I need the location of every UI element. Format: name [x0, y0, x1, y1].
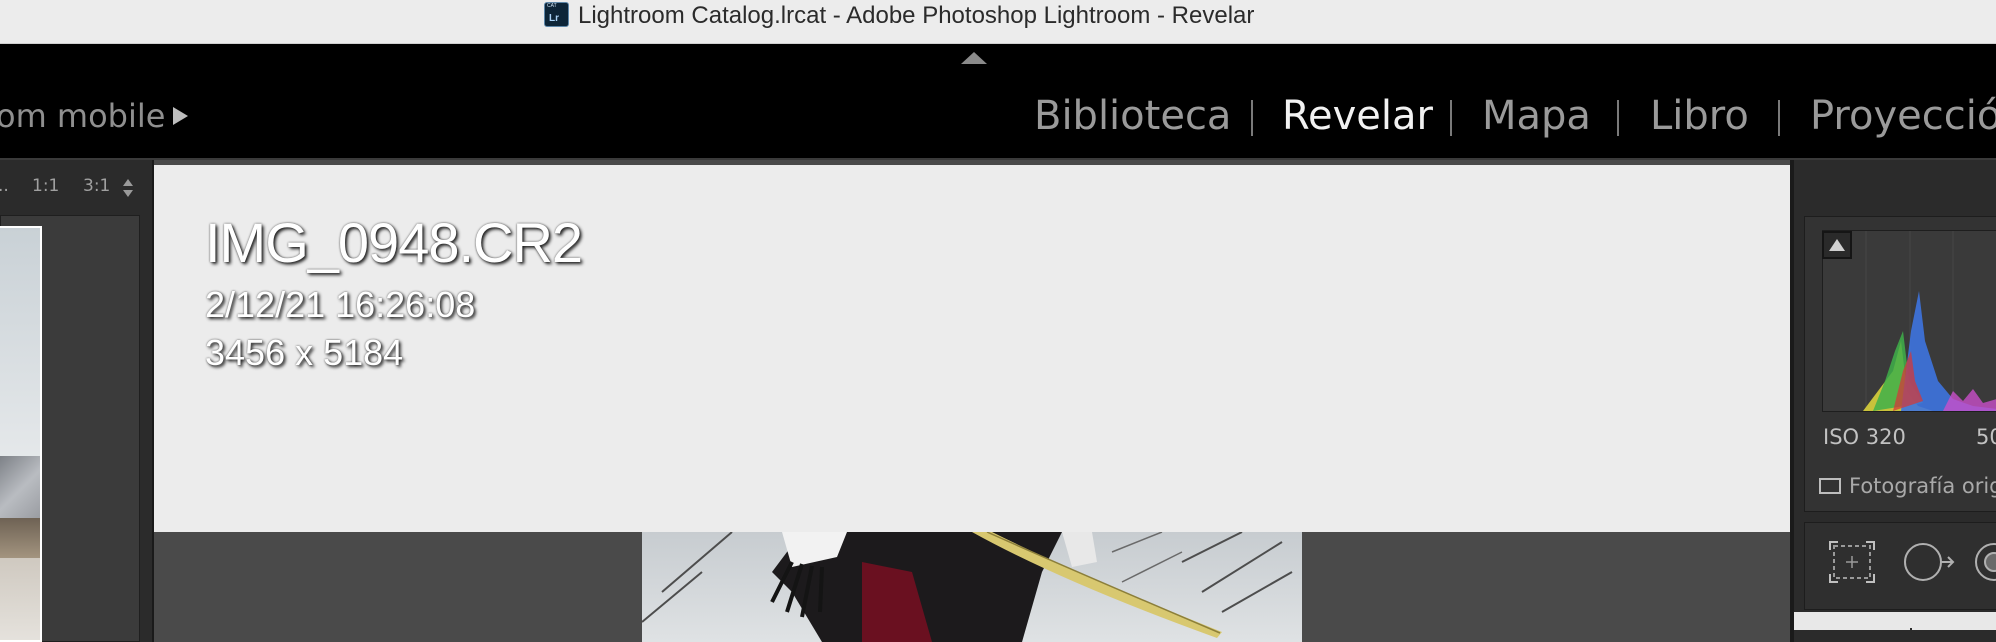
photo-content — [642, 532, 1293, 642]
module-proyeccion[interactable]: Proyecció — [1810, 92, 1996, 140]
module-separator — [1251, 100, 1253, 136]
stepper-down-icon[interactable] — [123, 190, 133, 197]
catalog-tag-text: CAT — [547, 3, 557, 9]
zoom-fill-option[interactable]: .. — [0, 176, 9, 196]
iso-readout: ISO 320 — [1823, 425, 1906, 449]
module-libro[interactable]: Libro — [1650, 92, 1749, 140]
show-original-label[interactable]: Fotografía orig — [1849, 474, 1996, 498]
module-separator — [1778, 100, 1780, 136]
lightroom-catalog-icon: CAT Lr — [544, 2, 569, 27]
stepper-up-icon[interactable] — [123, 179, 133, 186]
spot-removal-tool-icon[interactable] — [1901, 538, 1955, 586]
module-biblioteca[interactable]: Biblioteca — [1034, 92, 1231, 140]
photo-preview[interactable] — [642, 532, 1302, 642]
right-panel-bottom-divider — [1910, 628, 1912, 642]
module-revelar[interactable]: Revelar — [1282, 92, 1433, 140]
module-mapa[interactable]: Mapa — [1482, 92, 1591, 140]
right-panel-bottom-bar — [1794, 612, 1996, 630]
red-eye-tool-icon[interactable] — [1970, 538, 1996, 586]
show-original-checkbox[interactable] — [1819, 478, 1841, 494]
photo-filename: IMG_0948.CR2 — [205, 211, 583, 274]
top-panel-collapse-icon[interactable] — [961, 52, 987, 64]
window-title: Lightroom Catalog.lrcat - Adobe Photosho… — [578, 2, 1255, 29]
navigator-snow — [0, 558, 40, 640]
focal-length-readout: 50 — [1976, 425, 1996, 449]
shadow-clipping-warning-icon[interactable] — [1822, 231, 1852, 259]
zoom-3to1-option[interactable]: 3:1 — [83, 176, 110, 196]
navigator-sky — [0, 228, 40, 468]
crop-tool-icon[interactable] — [1828, 540, 1876, 584]
photo-dimensions: 3456 x 5184 — [205, 332, 404, 373]
photo-capture-datetime: 2/12/21 16:26:08 — [205, 284, 476, 325]
zoom-1to1-option[interactable]: 1:1 — [32, 176, 59, 196]
module-separator — [1617, 100, 1619, 136]
module-separator — [1450, 100, 1452, 136]
lightroom-mobile-label[interactable]: om mobile — [0, 96, 165, 136]
navigator-preview-image[interactable] — [0, 226, 42, 642]
navigator-building — [0, 518, 40, 558]
zoom-stepper-icon[interactable] — [121, 179, 135, 201]
mobile-play-icon[interactable] — [173, 107, 188, 125]
lightroom-icon-text: Lr — [549, 13, 559, 24]
